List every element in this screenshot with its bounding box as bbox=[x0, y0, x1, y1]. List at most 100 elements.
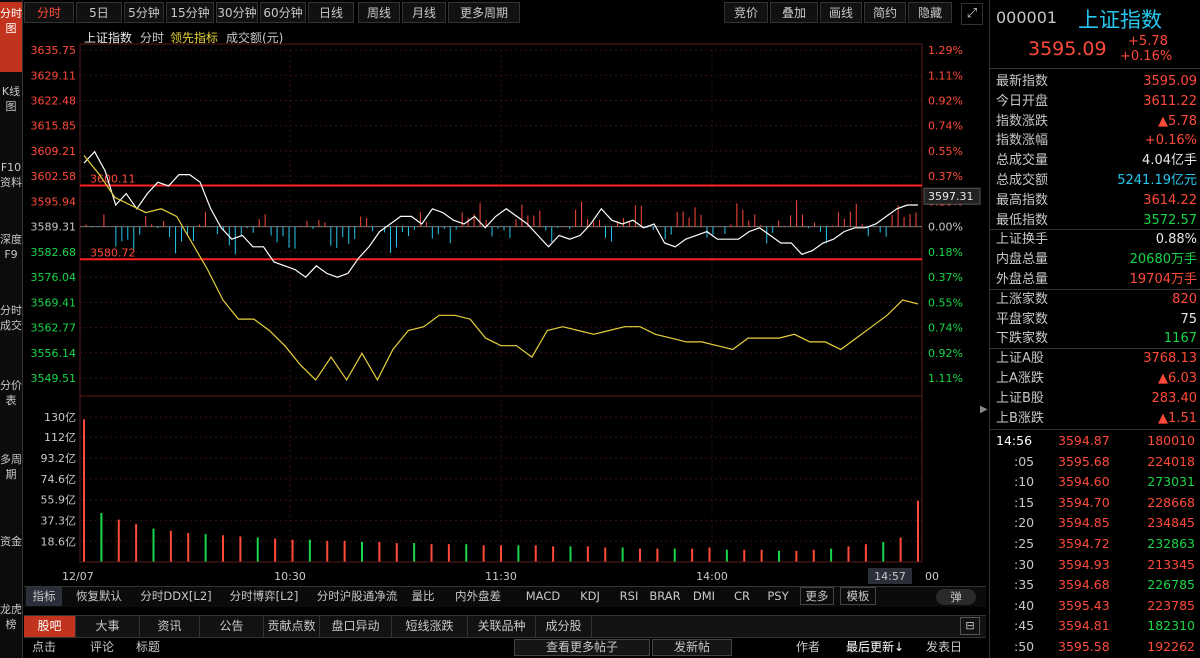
tick-row: :10 3594.60 273031 bbox=[990, 472, 1200, 491]
col-comments[interactable]: 评论 bbox=[90, 637, 114, 657]
stat-row: 上证换手 0.88% bbox=[990, 230, 1200, 250]
tick-volume: 228668 bbox=[1147, 494, 1195, 510]
toolbar-button-2[interactable]: 画线 bbox=[820, 2, 862, 23]
news-tab-2[interactable]: 资讯 bbox=[140, 616, 200, 637]
stat-value: 20680万手 bbox=[1129, 252, 1197, 268]
volume-bar bbox=[152, 528, 155, 562]
indicator-tab-9[interactable]: RSI bbox=[614, 587, 644, 606]
tick-time: :05 bbox=[1014, 453, 1035, 469]
period-tab-9[interactable]: 更多周期 bbox=[448, 2, 520, 23]
indicator-tab-6[interactable]: 内外盘差 bbox=[442, 587, 514, 606]
nav-item-0[interactable]: 分时图 bbox=[0, 2, 22, 72]
period-tab-7[interactable]: 周线 bbox=[358, 2, 400, 23]
col-date[interactable]: 发表日 bbox=[926, 637, 962, 657]
legend-item: 分时 bbox=[140, 31, 164, 45]
indicator-tab-13[interactable]: PSY bbox=[762, 587, 794, 606]
volume-bar bbox=[604, 547, 607, 562]
indicator-tab-16[interactable]: 弹 bbox=[936, 589, 976, 605]
tick-row: 14:56 3594.87 180010 bbox=[990, 431, 1200, 450]
tick-time: :50 bbox=[1014, 639, 1035, 654]
stat-value: 820 bbox=[1172, 291, 1197, 307]
settings-icon[interactable]: ⤢ bbox=[961, 3, 983, 25]
indicator-tab-3[interactable]: 分时博弈[L2] bbox=[222, 587, 306, 606]
tick-time: :10 bbox=[1014, 474, 1035, 490]
stat-label: 今日开盘 bbox=[996, 93, 1049, 109]
stat-value: 19704万手 bbox=[1129, 272, 1197, 287]
nav-item-1[interactable]: K线图 bbox=[0, 80, 22, 150]
news-tab-8[interactable]: 成分股 bbox=[536, 616, 592, 637]
indicator-tab-12[interactable]: CR bbox=[726, 587, 758, 606]
indicator-tab-15[interactable]: 模板 bbox=[840, 587, 876, 605]
indicator-tab-11[interactable]: DMI bbox=[686, 587, 722, 606]
tick-volume: 234845 bbox=[1147, 515, 1195, 531]
period-tab-6[interactable]: 日线 bbox=[308, 2, 354, 23]
tick-time: :35 bbox=[1014, 577, 1035, 593]
news-tab-0[interactable]: 股吧 bbox=[24, 616, 76, 637]
period-tab-4[interactable]: 30分钟 bbox=[216, 2, 258, 23]
volume-bar bbox=[135, 524, 138, 562]
toolbar-button-0[interactable]: 竞价 bbox=[724, 2, 768, 23]
stat-row: 最低指数 3572.57 bbox=[990, 211, 1200, 231]
collapse-arrow-icon[interactable]: ▶ bbox=[980, 398, 989, 422]
nav-item-7[interactable]: 资金 bbox=[0, 530, 22, 574]
stat-label: 上证B股 bbox=[996, 390, 1044, 406]
volume-bar bbox=[169, 530, 172, 562]
col-latest[interactable]: 最后更新↓ bbox=[846, 637, 904, 657]
indicator-tab-14[interactable]: 更多 bbox=[800, 587, 834, 605]
toolbar-button-4[interactable]: 隐藏 bbox=[908, 2, 952, 23]
period-tab-8[interactable]: 月线 bbox=[402, 2, 446, 23]
nav-item-2[interactable]: F10资料 bbox=[0, 156, 22, 220]
period-tab-5[interactable]: 60分钟 bbox=[260, 2, 306, 23]
volume-bar bbox=[812, 549, 815, 562]
left-nav: 分时图 K线图 F10资料深度F9 分时成交分价表多周期资金龙虎榜 bbox=[0, 0, 23, 658]
toolbar-button-1[interactable]: 叠加 bbox=[770, 2, 818, 23]
indicator-tab-10[interactable]: BRAR bbox=[648, 587, 682, 606]
new-post-button[interactable]: 发新帖 bbox=[652, 639, 732, 656]
period-tab-1[interactable]: 5日 bbox=[76, 2, 122, 23]
news-tab-7[interactable]: 关联品种 bbox=[468, 616, 536, 637]
nav-item-6[interactable]: 多周期 bbox=[0, 448, 22, 520]
period-tab-0[interactable]: 分时 bbox=[24, 2, 74, 23]
stat-value: 3572.57 bbox=[1143, 212, 1197, 228]
stat-label: 指数涨跌 bbox=[996, 113, 1049, 129]
stat-value: 5241.19亿元 bbox=[1117, 173, 1197, 188]
intraday-chart[interactable]: 3635.75 1.29% 3629.11 1.11% 3622.48 0.92% 3615… bbox=[24, 26, 986, 586]
nav-item-4[interactable]: 分时成交 bbox=[0, 299, 22, 367]
indicator-tab-4[interactable]: 分时沪股通净流 bbox=[310, 587, 404, 606]
legend-item: 上证指数 bbox=[84, 30, 132, 45]
col-author[interactable]: 作者 bbox=[796, 637, 820, 657]
news-tab-6[interactable]: 短线涨跌 bbox=[392, 616, 468, 637]
indicator-tab-0[interactable]: 指标 bbox=[26, 587, 62, 606]
volume-bar bbox=[117, 519, 120, 562]
stat-row: 上证A股 3768.13 bbox=[990, 349, 1200, 369]
pct-tick: 0.37% bbox=[928, 170, 963, 183]
stat-label: 上证A股 bbox=[996, 351, 1044, 367]
stat-row: 总成交额 5241.19亿元 bbox=[990, 171, 1200, 191]
period-tab-2[interactable]: 5分钟 bbox=[124, 2, 164, 23]
more-posts-button[interactable]: 查看更多帖子 bbox=[514, 639, 650, 656]
news-tab-3[interactable]: 公告 bbox=[200, 616, 264, 637]
period-tab-3[interactable]: 15分钟 bbox=[166, 2, 214, 23]
indicator-tab-5[interactable]: 量比 bbox=[408, 587, 438, 606]
volume-bar bbox=[899, 537, 902, 562]
toolbar-button-3[interactable]: 简约 bbox=[864, 2, 906, 23]
stat-row: 最新指数 3595.09 bbox=[990, 72, 1200, 92]
nav-item-5[interactable]: 分价表 bbox=[0, 374, 22, 440]
nav-item-3[interactable]: 深度F9 bbox=[0, 228, 22, 292]
col-title[interactable]: 标题 bbox=[136, 637, 160, 657]
nav-item-8[interactable]: 龙虎榜 bbox=[0, 598, 22, 656]
indicator-tab-8[interactable]: KDJ bbox=[572, 587, 608, 606]
indicator-tab-7[interactable]: MACD bbox=[520, 587, 566, 606]
tick-row: :30 3594.93 213345 bbox=[990, 555, 1200, 574]
indicator-tab-1[interactable]: 恢复默认 bbox=[68, 587, 130, 606]
news-tab-1[interactable]: 大事 bbox=[76, 616, 140, 637]
news-tab-5[interactable]: 盘口异动 bbox=[320, 616, 392, 637]
news-tab-4[interactable]: 贡献点数 bbox=[264, 616, 320, 637]
col-clicks[interactable]: 点击 bbox=[32, 637, 56, 657]
indicator-tab-2[interactable]: 分时DDX[L2] bbox=[134, 587, 218, 606]
expand-panel-icon[interactable]: ⊟ bbox=[960, 617, 980, 635]
volume-tick: 18.6亿 bbox=[41, 535, 77, 548]
level-label: 3600.11 bbox=[90, 173, 136, 186]
volume-bar bbox=[343, 540, 346, 562]
tick-volume: 224018 bbox=[1147, 453, 1195, 469]
